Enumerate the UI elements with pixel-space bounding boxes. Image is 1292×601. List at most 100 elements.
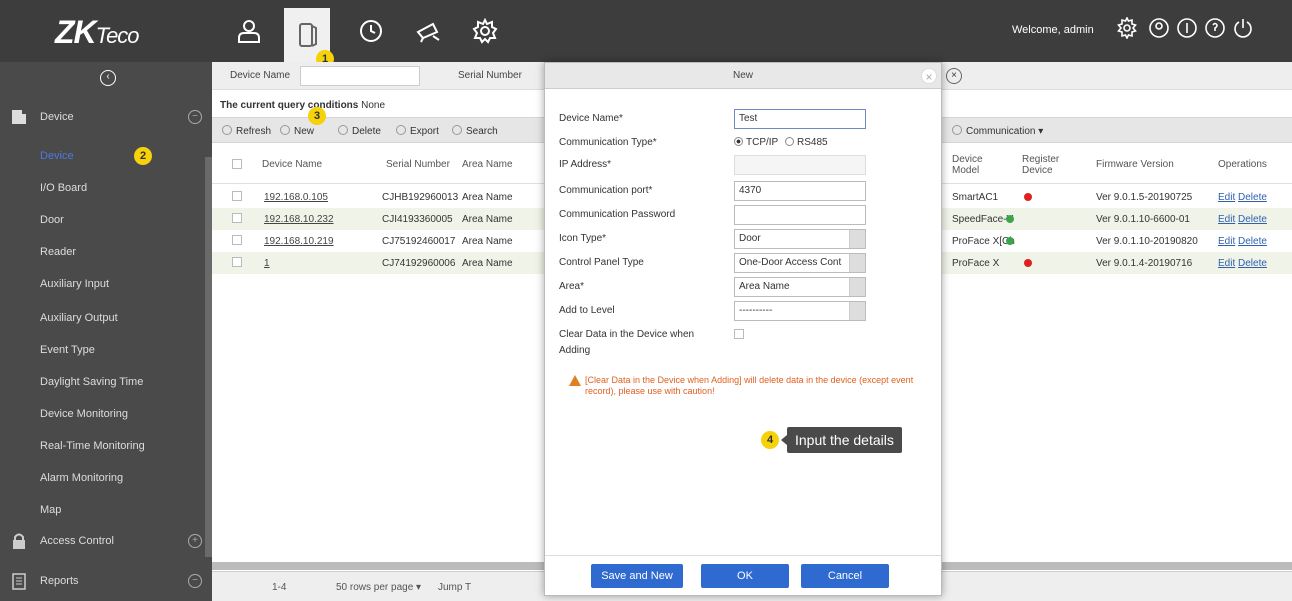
sidebar-collapse-icon[interactable]: ‹ [100,70,116,86]
row-checkbox[interactable] [232,257,242,267]
sidebar-item-real-time-monitoring[interactable]: Real-Time Monitoring [0,430,205,462]
sidebar-item-door[interactable]: Door [0,204,205,236]
system-settings-icon[interactable] [462,8,508,54]
col-serial-number[interactable]: Serial Number [386,159,450,170]
ok-button[interactable]: OK [701,564,789,588]
control-panel-type-select[interactable]: One-Door Access Cont [734,253,866,273]
attendance-clock-icon[interactable] [348,8,394,54]
add-to-level-select[interactable]: ---------- [734,301,866,321]
area-cell: Area Name [462,236,513,247]
personnel-icon[interactable] [226,8,272,54]
sidebar-item-device[interactable]: Device [0,140,205,172]
device-name-link[interactable]: 192.168.10.219 [264,236,334,247]
info-icon[interactable] [1176,17,1200,41]
edit-link[interactable]: Edit [1218,214,1235,225]
delete-button[interactable]: Delete [338,125,381,137]
warning-message: [Clear Data in the Device when Adding] w… [569,375,929,397]
sidebar-item-daylight-saving-time[interactable]: Daylight Saving Time [0,366,205,398]
area-select[interactable]: Area Name [734,277,866,297]
sidebar-item-auxiliary-input[interactable]: Auxiliary Input [0,268,205,300]
sidebar-item-event-type[interactable]: Event Type [0,334,205,366]
sidebar-section-reports[interactable]: Reports − [0,564,212,600]
refresh-button[interactable]: Refresh [222,125,271,137]
search-button[interactable]: Search [452,125,498,137]
step-marker-4: 4 [761,431,779,449]
col-register-device[interactable]: Register Device [1022,154,1066,176]
device-name-filter-input[interactable] [300,66,420,86]
clear-filter-icon[interactable]: × [946,68,962,84]
edit-link[interactable]: Edit [1218,192,1235,203]
chevron-down-icon [849,302,865,320]
delete-link[interactable]: Delete [1238,214,1267,225]
delete-link[interactable]: Delete [1238,236,1267,247]
col-device-name[interactable]: Device Name [262,159,322,170]
row-checkbox[interactable] [232,213,242,223]
video-camera-icon[interactable] [406,8,452,54]
serial-filter-label: Serial Number [458,70,522,81]
delete-icon [338,125,348,135]
sidebar-item-reader[interactable]: Reader [0,236,205,268]
device-name-link[interactable]: 192.168.0.105 [264,192,328,203]
device-name-link[interactable]: 1 [264,258,270,269]
section-expand-icon[interactable]: + [188,534,202,548]
sidebar-section-device[interactable]: Device − [0,100,212,136]
tcp-ip-radio[interactable]: TCP/IP [734,137,778,148]
serial-cell: CJI4193360005 [382,214,453,225]
new-button[interactable]: New [280,125,314,137]
communication-icon [952,125,962,135]
col-firmware-version[interactable]: Firmware Version [1096,159,1174,170]
device-name-filter-label: Device Name [230,70,291,81]
icon-type-label: Icon Type* [559,233,607,244]
rows-per-page-select[interactable]: 50 rows per page ▾ [336,582,421,593]
area-label: Area* [559,281,585,292]
export-icon [396,125,406,135]
settings-gear-icon[interactable] [1116,16,1140,41]
communication-password-label: Communication Password [559,209,676,220]
save-and-new-button[interactable]: Save and New [591,564,683,588]
row-checkbox[interactable] [232,235,242,245]
select-all-checkbox[interactable] [232,159,242,169]
col-area-name[interactable]: Area Name [462,159,513,170]
radio-selected-icon [734,137,743,146]
communication-port-input[interactable]: 4370 [734,181,866,201]
serial-cell: CJHB192960013 [382,192,459,203]
communication-button[interactable]: Communication ▾ [952,125,1043,137]
sidebar-item-auxiliary-output[interactable]: Auxiliary Output [0,302,205,334]
page-range: 1-4 [272,582,287,593]
delete-link[interactable]: Delete [1238,258,1267,269]
section-collapse-icon[interactable]: − [188,110,202,124]
icon-type-select[interactable]: Door [734,229,866,249]
sidebar-section-access-control[interactable]: Access Control + [0,524,212,560]
dialog-footer: Save and New OK Cancel [545,555,941,595]
help-icon[interactable] [1204,17,1228,41]
edit-link[interactable]: Edit [1218,258,1235,269]
sidebar-item-alarm-monitoring[interactable]: Alarm Monitoring [0,462,205,494]
search-icon [452,125,462,135]
clear-data-checkbox[interactable] [734,329,744,339]
radio-icon [785,137,794,146]
device-name-link[interactable]: 192.168.10.232 [264,214,334,225]
firmware-cell: Ver 9.0.1.10-20190820 [1096,236,1198,247]
user-profile-icon[interactable] [1148,17,1172,41]
close-icon[interactable]: × [921,68,937,84]
section-expand-icon[interactable]: − [188,574,202,588]
refresh-icon [222,125,232,135]
sidebar-item-io-board[interactable]: I/O Board [0,172,205,204]
communication-type-label: Communication Type* [559,137,657,148]
step-marker-3: 3 [308,107,326,125]
row-checkbox[interactable] [232,191,242,201]
rs485-radio[interactable]: RS485 [785,137,828,148]
sidebar-item-device-monitoring[interactable]: Device Monitoring [0,398,205,430]
new-device-dialog: New × Device Name* Test Communication Ty… [544,62,942,596]
cancel-button[interactable]: Cancel [801,564,889,588]
delete-link[interactable]: Delete [1238,192,1267,203]
col-device-model[interactable]: Device Model [952,154,996,176]
export-button[interactable]: Export [396,125,439,137]
ip-address-input[interactable] [734,155,866,175]
sidebar-scrollbar[interactable] [205,157,212,557]
sidebar-item-map[interactable]: Map [0,494,205,526]
device-name-input[interactable]: Test [734,109,866,129]
communication-password-input[interactable] [734,205,866,225]
power-logout-icon[interactable] [1232,17,1256,41]
edit-link[interactable]: Edit [1218,236,1235,247]
